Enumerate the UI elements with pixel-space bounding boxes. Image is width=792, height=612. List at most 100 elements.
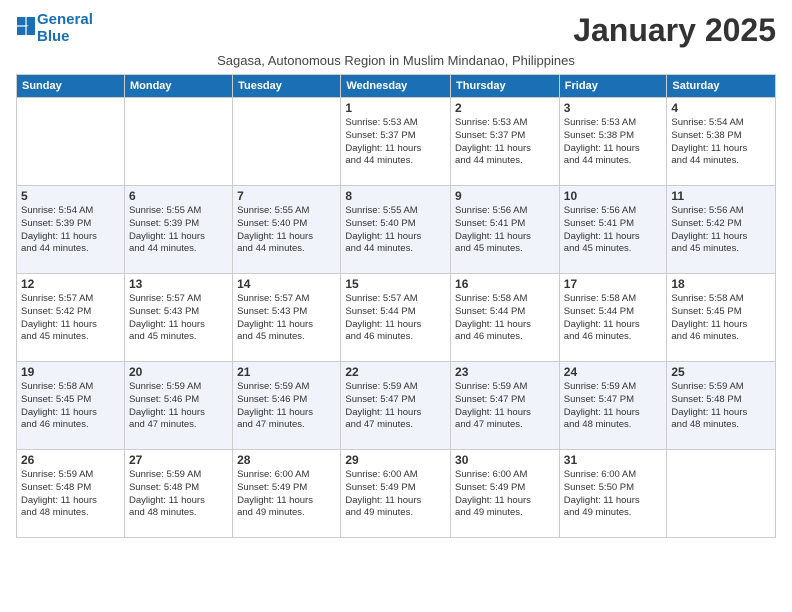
day-info: Sunrise: 5:58 AMSunset: 5:44 PMDaylight:… (564, 293, 663, 344)
day-info: Sunrise: 5:59 AMSunset: 5:48 PMDaylight:… (21, 469, 120, 520)
calendar-cell: 5 Sunrise: 5:54 AMSunset: 5:39 PMDaylight… (17, 186, 125, 274)
calendar: SundayMondayTuesdayWednesdayThursdayFrid… (16, 74, 776, 538)
day-info: Sunrise: 5:53 AMSunset: 5:38 PMDaylight:… (564, 117, 663, 168)
calendar-cell: 16 Sunrise: 5:58 AMSunset: 5:44 PMDayligh… (451, 274, 560, 362)
day-number: 4 (671, 101, 771, 115)
calendar-cell: 31 Sunrise: 6:00 AMSunset: 5:50 PMDayligh… (559, 450, 667, 538)
weekday-header-thursday: Thursday (451, 75, 560, 98)
calendar-cell: 15 Sunrise: 5:57 AMSunset: 5:44 PMDayligh… (341, 274, 451, 362)
day-info: Sunrise: 5:59 AMSunset: 5:48 PMDaylight:… (671, 381, 771, 432)
calendar-cell (233, 98, 341, 186)
day-info: Sunrise: 6:00 AMSunset: 5:49 PMDaylight:… (345, 469, 446, 520)
calendar-cell: 8 Sunrise: 5:55 AMSunset: 5:40 PMDaylight… (341, 186, 451, 274)
calendar-cell: 26 Sunrise: 5:59 AMSunset: 5:48 PMDayligh… (17, 450, 125, 538)
day-number: 16 (455, 277, 555, 291)
day-info: Sunrise: 5:57 AMSunset: 5:44 PMDaylight:… (345, 293, 446, 344)
weekday-header-wednesday: Wednesday (341, 75, 451, 98)
day-number: 11 (671, 189, 771, 203)
calendar-cell: 22Sunrise: 5:59 AMSunset: 5:47 PMDayligh… (341, 362, 451, 450)
day-info: Sunrise: 5:54 AMSunset: 5:38 PMDaylight:… (671, 117, 771, 168)
day-info: Sunrise: 6:00 AMSunset: 5:49 PMDaylight:… (237, 469, 336, 520)
day-number: 6 (129, 189, 228, 203)
calendar-cell: 7 Sunrise: 5:55 AMSunset: 5:40 PMDaylight… (233, 186, 341, 274)
day-number: 27 (129, 453, 228, 467)
day-number: 22 (345, 365, 446, 379)
weekday-header-friday: Friday (559, 75, 667, 98)
day-info: Sunrise: 5:59 AMSunset: 5:47 PMDaylight:… (455, 381, 555, 432)
calendar-cell: 19 Sunrise: 5:58 AMSunset: 5:45 PMDayligh… (17, 362, 125, 450)
day-number: 3 (564, 101, 663, 115)
day-info: Sunrise: 5:58 AMSunset: 5:45 PMDaylight:… (671, 293, 771, 344)
calendar-cell: 3 Sunrise: 5:53 AMSunset: 5:38 PMDaylight… (559, 98, 667, 186)
calendar-cell: 10 Sunrise: 5:56 AMSunset: 5:41 PMDayligh… (559, 186, 667, 274)
calendar-cell (124, 98, 232, 186)
weekday-header-saturday: Saturday (667, 75, 776, 98)
calendar-cell: 30 Sunrise: 6:00 AMSunset: 5:49 PMDayligh… (451, 450, 560, 538)
calendar-cell (17, 98, 125, 186)
calendar-cell: 2Sunrise: 5:53 AMSunset: 5:37 PMDaylight… (451, 98, 560, 186)
day-info: Sunrise: 5:59 AMSunset: 5:46 PMDaylight:… (129, 381, 228, 432)
day-info: Sunrise: 5:55 AMSunset: 5:40 PMDaylight:… (345, 205, 446, 256)
day-number: 8 (345, 189, 446, 203)
day-info: Sunrise: 5:56 AMSunset: 5:41 PMDaylight:… (564, 205, 663, 256)
calendar-cell: 27 Sunrise: 5:59 AMSunset: 5:48 PMDayligh… (124, 450, 232, 538)
calendar-cell: 9Sunrise: 5:56 AMSunset: 5:41 PMDaylight… (451, 186, 560, 274)
calendar-cell: 11 Sunrise: 5:56 AMSunset: 5:42 PMDayligh… (667, 186, 776, 274)
calendar-cell: 4 Sunrise: 5:54 AMSunset: 5:38 PMDaylight… (667, 98, 776, 186)
day-number: 13 (129, 277, 228, 291)
weekday-header-tuesday: Tuesday (233, 75, 341, 98)
day-info: Sunrise: 5:57 AMSunset: 5:42 PMDaylight:… (21, 293, 120, 344)
day-number: 21 (237, 365, 336, 379)
calendar-cell: 12 Sunrise: 5:57 AMSunset: 5:42 PMDayligh… (17, 274, 125, 362)
day-number: 10 (564, 189, 663, 203)
day-info: Sunrise: 5:59 AMSunset: 5:47 PMDaylight:… (564, 381, 663, 432)
calendar-cell: 18 Sunrise: 5:58 AMSunset: 5:45 PMDayligh… (667, 274, 776, 362)
month-title: January 2025 (573, 12, 776, 49)
day-info: Sunrise: 5:56 AMSunset: 5:42 PMDaylight:… (671, 205, 771, 256)
calendar-cell: 20 Sunrise: 5:59 AMSunset: 5:46 PMDayligh… (124, 362, 232, 450)
logo-line1: General (37, 11, 93, 28)
day-number: 24 (564, 365, 663, 379)
day-number: 19 (21, 365, 120, 379)
day-info: Sunrise: 5:57 AMSunset: 5:43 PMDaylight:… (129, 293, 228, 344)
day-info: Sunrise: 5:59 AMSunset: 5:48 PMDaylight:… (129, 469, 228, 520)
day-info: Sunrise: 5:55 AMSunset: 5:39 PMDaylight:… (129, 205, 228, 256)
subtitle: Sagasa, Autonomous Region in Muslim Mind… (16, 53, 776, 68)
calendar-cell: 25 Sunrise: 5:59 AMSunset: 5:48 PMDayligh… (667, 362, 776, 450)
weekday-header-monday: Monday (124, 75, 232, 98)
day-number: 17 (564, 277, 663, 291)
header: General Blue January 2025 (16, 12, 776, 49)
day-number: 2 (455, 101, 555, 115)
day-info: Sunrise: 6:00 AMSunset: 5:49 PMDaylight:… (455, 469, 555, 520)
day-number: 18 (671, 277, 771, 291)
day-info: Sunrise: 5:58 AMSunset: 5:45 PMDaylight:… (21, 381, 120, 432)
day-number: 12 (21, 277, 120, 291)
logo-line2: Blue (37, 28, 70, 45)
logo: General Blue (16, 12, 93, 45)
day-info: Sunrise: 5:57 AMSunset: 5:43 PMDaylight:… (237, 293, 336, 344)
day-number: 7 (237, 189, 336, 203)
day-info: Sunrise: 5:55 AMSunset: 5:40 PMDaylight:… (237, 205, 336, 256)
calendar-cell: 13 Sunrise: 5:57 AMSunset: 5:43 PMDayligh… (124, 274, 232, 362)
calendar-cell (667, 450, 776, 538)
calendar-cell: 6 Sunrise: 5:55 AMSunset: 5:39 PMDaylight… (124, 186, 232, 274)
day-info: Sunrise: 5:59 AMSunset: 5:46 PMDaylight:… (237, 381, 336, 432)
day-info: Sunrise: 5:58 AMSunset: 5:44 PMDaylight:… (455, 293, 555, 344)
day-info: Sunrise: 6:00 AMSunset: 5:50 PMDaylight:… (564, 469, 663, 520)
day-info: Sunrise: 5:54 AMSunset: 5:39 PMDaylight:… (21, 205, 120, 256)
day-number: 31 (564, 453, 663, 467)
weekday-header-sunday: Sunday (17, 75, 125, 98)
day-number: 1 (345, 101, 446, 115)
calendar-cell: 28Sunrise: 6:00 AMSunset: 5:49 PMDayligh… (233, 450, 341, 538)
day-number: 20 (129, 365, 228, 379)
day-number: 30 (455, 453, 555, 467)
day-number: 25 (671, 365, 771, 379)
day-info: Sunrise: 5:53 AMSunset: 5:37 PMDaylight:… (345, 117, 446, 168)
calendar-cell: 14Sunrise: 5:57 AMSunset: 5:43 PMDayligh… (233, 274, 341, 362)
day-number: 15 (345, 277, 446, 291)
day-number: 23 (455, 365, 555, 379)
day-number: 5 (21, 189, 120, 203)
day-number: 9 (455, 189, 555, 203)
day-number: 26 (21, 453, 120, 467)
logo-icon (17, 17, 35, 35)
